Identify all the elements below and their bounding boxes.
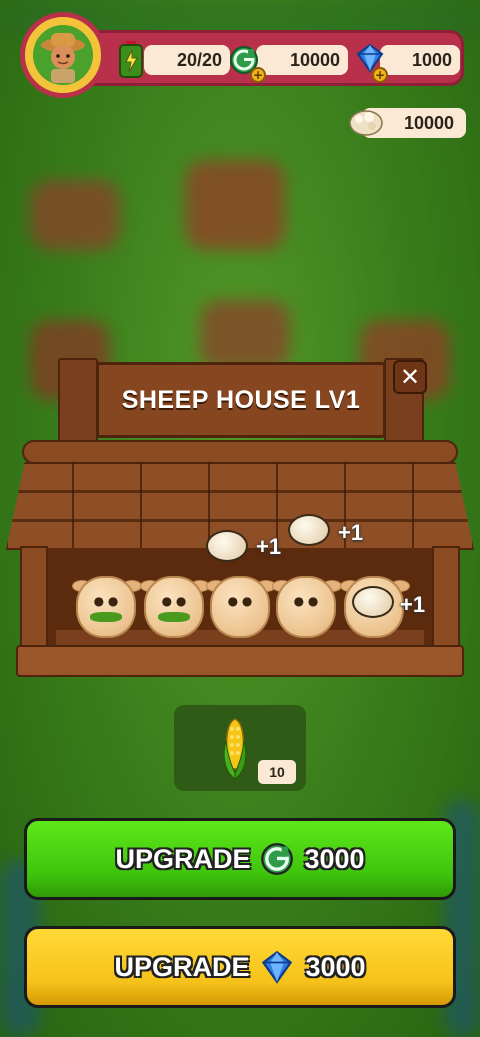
energy-value: 20/20 <box>176 49 222 70</box>
sheep[interactable]: ● ● <box>272 566 342 640</box>
sheep[interactable]: ● ● <box>140 566 210 640</box>
top-hud: 20/20 10000 + 1000 + <box>16 12 464 98</box>
wool-drop-icon[interactable] <box>352 586 394 618</box>
production-label: +1 <box>400 592 426 617</box>
building-title: SHEEP HOUSE LV1 <box>96 362 386 438</box>
wool-drop-icon[interactable] <box>206 530 248 562</box>
upgrade-cost: 3000 <box>304 843 365 874</box>
wool-icon <box>348 106 384 142</box>
roof-beam <box>22 440 458 464</box>
sign-post-left <box>58 358 98 444</box>
farmer-avatar-icon <box>33 25 93 85</box>
add-coins-button[interactable]: + <box>250 67 266 83</box>
wool-drop-icon[interactable] <box>288 514 330 546</box>
building-title-text: SHEEP HOUSE LV1 <box>121 385 361 414</box>
feed-count-value: 10 <box>269 764 285 780</box>
avatar[interactable] <box>20 12 106 98</box>
coin-counter: 10000 <box>256 45 348 75</box>
energy-battery-icon <box>116 40 146 80</box>
sheep[interactable]: ● ● <box>72 566 142 640</box>
corn-icon <box>220 715 250 781</box>
energy-counter: 20/20 <box>144 45 230 75</box>
wool-value: 10000 <box>403 112 454 133</box>
feed-count: 10 <box>258 760 296 784</box>
sheep[interactable]: ● ● <box>206 566 276 640</box>
upgrade-label: UPGRADE <box>114 951 250 982</box>
gem-value: 1000 <box>411 49 452 70</box>
upgrade-label: UPGRADE <box>115 843 251 874</box>
g-coin-icon <box>260 842 294 876</box>
gem-counter: 1000 <box>380 45 460 75</box>
close-icon: ✕ <box>399 363 421 391</box>
production-label: +1 <box>256 534 282 559</box>
blue-gem-icon <box>259 950 295 984</box>
upgrade-with-gems-button[interactable]: UPGRADE 3000 <box>24 926 456 1008</box>
upgrade-cost: 3000 <box>305 951 366 982</box>
close-button[interactable]: ✕ <box>393 360 427 394</box>
add-gems-button[interactable]: + <box>372 67 388 83</box>
pen-floor <box>16 645 464 677</box>
upgrade-with-coins-button[interactable]: UPGRADE 3000 <box>24 818 456 900</box>
production-label: +1 <box>338 520 364 545</box>
feed-slot[interactable]: 10 <box>174 705 306 791</box>
coin-value: 10000 <box>289 49 340 70</box>
